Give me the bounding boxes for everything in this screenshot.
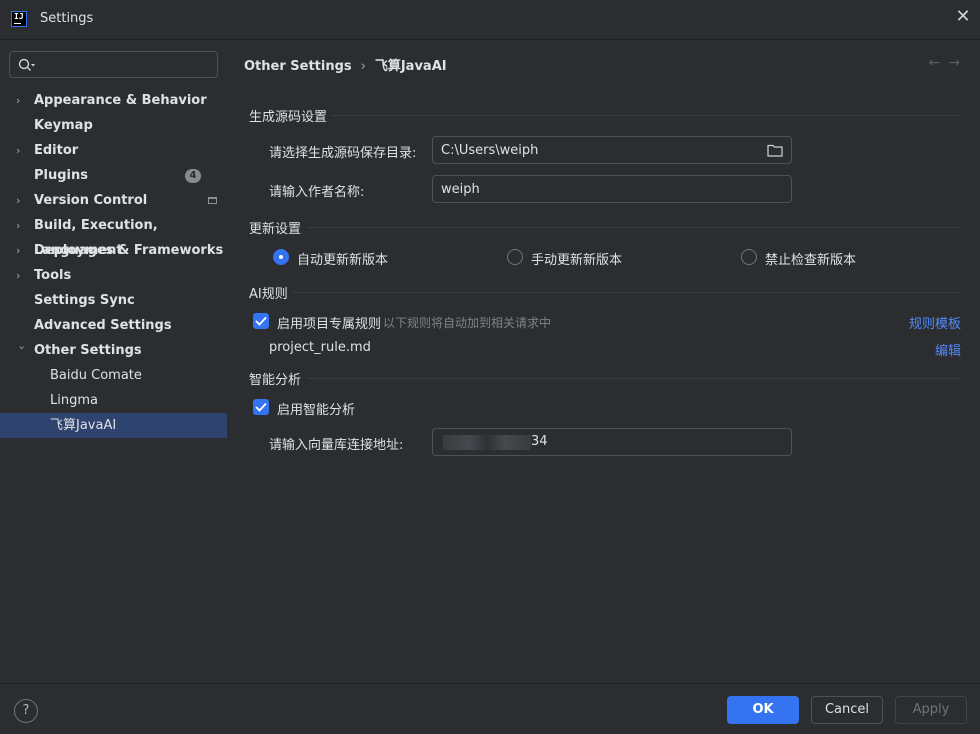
group-divider: [307, 227, 961, 228]
sidebar-item-keymap[interactable]: Keymap: [0, 113, 227, 138]
vector-db-field[interactable]: 34: [432, 428, 792, 456]
ok-button[interactable]: OK: [727, 696, 799, 724]
sidebar-item-label: Tools: [34, 268, 72, 283]
sidebar-item-label: 飞算JavaAI: [50, 418, 117, 433]
title-bar: IJ Settings ✕: [0, 0, 980, 40]
settings-content: Other Settings › 飞算JavaAI ←→ 生成源码设置 请选择生成源…: [227, 41, 980, 683]
vector-db-label: 请输入向量库连接地址:: [269, 438, 404, 453]
back-arrow-icon[interactable]: ←: [929, 55, 949, 71]
breadcrumb: Other Settings › 飞算JavaAI: [244, 55, 447, 74]
sidebar-item-label: Languages & Frameworks: [34, 243, 224, 258]
author-field[interactable]: [432, 175, 792, 203]
radio-auto-update-label[interactable]: 自动更新新版本: [297, 249, 388, 268]
checkmark-icon: [255, 316, 267, 326]
history-nav: ←→: [929, 55, 968, 71]
sidebar-item-label: Version Control: [34, 193, 148, 208]
sidebar-item-lingma[interactable]: Lingma: [0, 388, 227, 413]
chevron-right-icon[interactable]: ›: [16, 188, 26, 213]
chevron-right-icon[interactable]: ›: [16, 263, 26, 288]
sidebar-item-other-settings[interactable]: › Other Settings: [0, 338, 227, 363]
project-level-icon: [208, 197, 217, 204]
forward-arrow-icon[interactable]: →: [948, 55, 968, 71]
search-icon: [18, 58, 35, 71]
sidebar-item-label: Editor: [34, 143, 79, 158]
sidebar-item-label: Other Settings: [34, 343, 142, 358]
sidebar-item-version-control[interactable]: › Version Control: [0, 188, 227, 213]
chevron-down-icon[interactable]: ›: [10, 346, 35, 356]
sidebar-item-advanced-settings[interactable]: Advanced Settings: [0, 313, 227, 338]
radio-manual-update[interactable]: [507, 249, 523, 265]
sidebar-item-label: Advanced Settings: [34, 318, 172, 333]
chevron-right-icon[interactable]: ›: [16, 238, 26, 263]
sidebar-item-editor[interactable]: › Editor: [0, 138, 227, 163]
source-gen-group-title: 生成源码设置: [249, 110, 328, 125]
sidebar-item-label: Lingma: [50, 393, 98, 408]
ai-rules-group-title: AI规则: [249, 287, 288, 302]
radio-disable-check[interactable]: [741, 249, 757, 265]
chevron-right-icon[interactable]: ›: [16, 88, 26, 113]
project-rules-hint: 以下规则将自动加到相关请求中: [383, 316, 552, 330]
breadcrumb-separator: ›: [360, 59, 366, 74]
author-input[interactable]: [441, 180, 751, 199]
cancel-button[interactable]: Cancel: [811, 696, 883, 724]
radio-disable-check-label[interactable]: 禁止检查新版本: [765, 249, 856, 268]
update-group-title: 更新设置: [249, 222, 302, 237]
apply-button[interactable]: Apply: [895, 696, 967, 724]
source-dir-label: 请选择生成源码保存目录:: [269, 146, 417, 161]
sidebar-item-plugins[interactable]: Plugins 4: [0, 163, 227, 188]
source-dir-field[interactable]: [432, 136, 792, 164]
chevron-right-icon[interactable]: ›: [16, 138, 26, 163]
source-dir-input[interactable]: [441, 141, 751, 160]
checkmark-icon: [255, 402, 267, 412]
dialog-footer: ? OK Cancel Apply: [0, 683, 980, 734]
redacted-region: [443, 435, 531, 450]
search-field[interactable]: [9, 51, 218, 78]
folder-icon[interactable]: [767, 144, 783, 157]
plugins-count-badge: 4: [185, 169, 201, 183]
sidebar-item-label: Settings Sync: [34, 293, 135, 308]
sidebar-item-feisuan-javaai[interactable]: 飞算JavaAI: [0, 413, 227, 438]
breadcrumb-current: 飞算JavaAI: [374, 59, 447, 74]
help-icon[interactable]: ?: [14, 699, 38, 723]
group-divider: [331, 115, 961, 116]
sidebar-item-label: Keymap: [34, 118, 93, 133]
enable-analysis-label[interactable]: 启用智能分析: [277, 399, 355, 418]
sidebar-item-appearance-behavior[interactable]: › Appearance & Behavior: [0, 88, 227, 113]
group-divider: [307, 378, 961, 379]
sidebar-item-tools[interactable]: › Tools: [0, 263, 227, 288]
sidebar-item-baidu-comate[interactable]: Baidu Comate: [0, 363, 227, 388]
enable-project-rules-checkbox[interactable]: [253, 313, 269, 329]
search-input[interactable]: [40, 54, 210, 75]
enable-analysis-checkbox[interactable]: [253, 399, 269, 415]
settings-sidebar: › Appearance & Behavior Keymap › Editor …: [0, 41, 227, 683]
breadcrumb-parent[interactable]: Other Settings: [244, 59, 352, 74]
enable-project-rules-label[interactable]: 启用项目专属规则: [277, 313, 381, 332]
sidebar-item-label: Appearance & Behavior: [34, 93, 207, 108]
group-divider: [293, 292, 961, 293]
radio-manual-update-label[interactable]: 手动更新新版本: [531, 249, 622, 268]
sidebar-item-settings-sync[interactable]: Settings Sync: [0, 288, 227, 313]
sidebar-item-build-execution-deployment[interactable]: › Build, Execution, Deployment: [0, 213, 227, 258]
sidebar-item-label: Plugins: [34, 168, 88, 183]
edit-rule-link[interactable]: 编辑: [935, 340, 961, 359]
rule-file-name: project_rule.md: [269, 340, 371, 355]
window-title: Settings: [40, 11, 94, 26]
chevron-right-icon[interactable]: ›: [16, 213, 26, 238]
analysis-group-title: 智能分析: [249, 373, 302, 388]
vector-db-input-visible[interactable]: 34: [531, 434, 548, 449]
intellij-app-icon: IJ: [11, 11, 27, 27]
sidebar-item-languages-frameworks[interactable]: › Languages & Frameworks: [0, 238, 227, 263]
radio-auto-update[interactable]: [273, 249, 289, 265]
sidebar-item-label: Baidu Comate: [50, 368, 142, 383]
rule-template-link[interactable]: 规则模板: [909, 313, 961, 332]
close-icon[interactable]: ✕: [954, 8, 972, 26]
author-label: 请输入作者名称:: [269, 185, 365, 200]
